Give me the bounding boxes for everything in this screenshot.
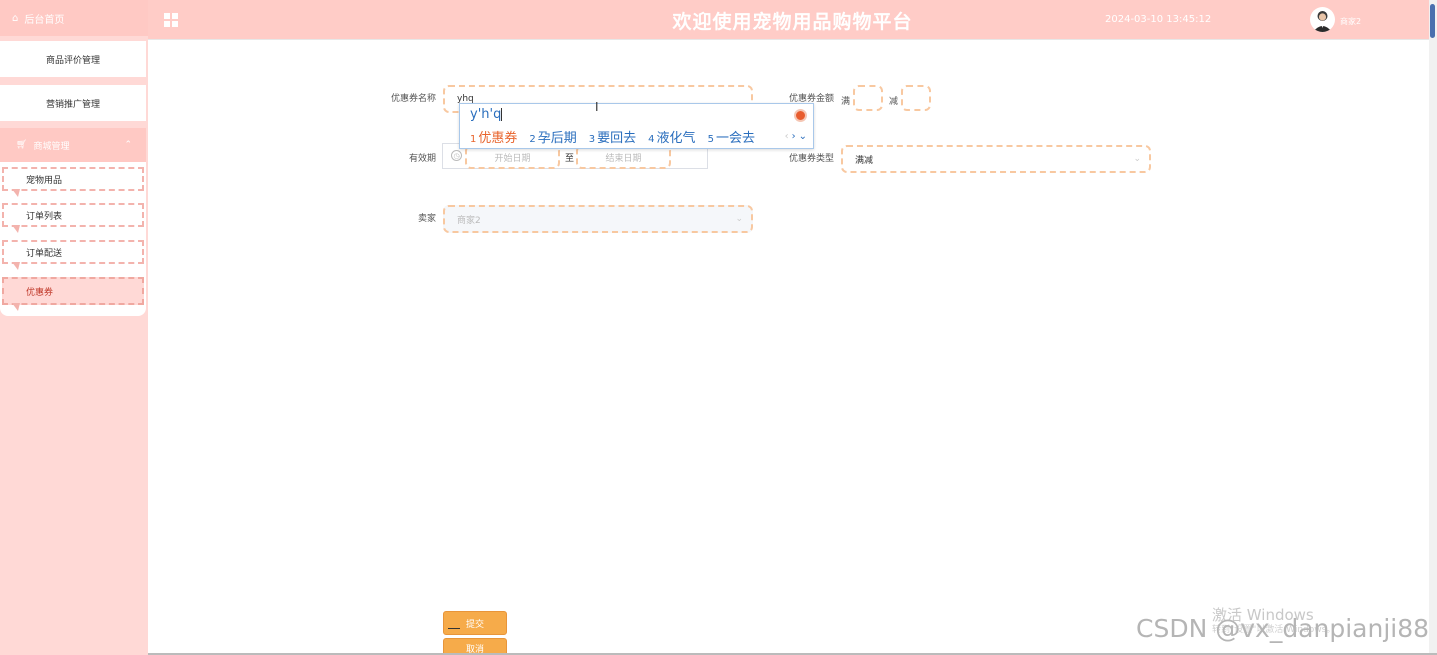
- sidebar-item-pet-supplies[interactable]: 宠物用品: [2, 167, 144, 197]
- page-title: 欢迎使用宠物用品购物平台: [672, 11, 913, 33]
- text-cursor-icon: Ⅰ: [595, 100, 599, 114]
- sidebar-item-label: 优惠券: [26, 287, 54, 298]
- ime-logo-icon[interactable]: [794, 109, 807, 122]
- amount-minus-input[interactable]: [901, 85, 931, 111]
- page-scrollbar[interactable]: [1429, 0, 1437, 655]
- sidebar: ⌂ 后台首页 商品评价管理 营销推广管理 🛒︎ 商城管理 ⌃ 宠物用品 订单列表…: [0, 0, 148, 655]
- sidebar-item-label: 商品评价管理: [45, 55, 100, 66]
- ime-candidate-4[interactable]: 4 液化气: [648, 127, 695, 146]
- avatar[interactable]: [1310, 7, 1335, 32]
- chevron-down-icon: ⌄: [1133, 154, 1141, 164]
- ime-candidate-5[interactable]: 5 一会去: [708, 127, 755, 146]
- submit-label: 提交: [465, 619, 484, 630]
- ime-next-icon[interactable]: ›: [792, 131, 796, 142]
- seller-label: 卖家: [417, 214, 436, 224]
- sidebar-item-coupon[interactable]: 优惠券: [2, 277, 144, 311]
- submit-button[interactable]: 提交: [443, 611, 507, 635]
- csdn-watermark: CSDN @vx_danpianji889: [1136, 614, 1437, 643]
- clock-icon: ◷: [451, 150, 462, 161]
- sidebar-home-label: 后台首页: [24, 14, 65, 26]
- seller-select[interactable]: 商家2 ⌄: [443, 205, 753, 233]
- seller-value: 商家2: [457, 215, 481, 226]
- end-date-placeholder: 结束日期: [605, 153, 642, 164]
- sidebar-item-promotion[interactable]: 营销推广管理: [0, 85, 146, 121]
- sidebar-item-order-list[interactable]: 订单列表: [2, 203, 144, 233]
- cart-icon: 🛒︎: [16, 140, 28, 150]
- sidebar-item-label: 营销推广管理: [45, 99, 100, 110]
- sidebar-item-order-delivery[interactable]: 订单配送: [2, 240, 144, 270]
- ime-candidate-3[interactable]: 3 要回去: [589, 127, 636, 146]
- sidebar-group-header[interactable]: 🛒︎ 商城管理 ⌃: [0, 128, 146, 162]
- ime-candidate-2[interactable]: 2 孕后期: [529, 127, 576, 146]
- ime-candidates: 1 优惠券 2 孕后期 3 要回去 4 液化气 5 一会去: [470, 127, 755, 146]
- home-icon: ⌂: [12, 12, 19, 24]
- top-header: 欢迎使用宠物用品购物平台 2024-03-10 13:45:12 商家2: [148, 0, 1437, 40]
- coupon-name-label: 优惠券名称: [390, 94, 436, 104]
- sidebar-item-review[interactable]: 商品评价管理: [0, 41, 146, 77]
- sidebar-item-label: 订单列表: [26, 211, 63, 222]
- sidebar-home[interactable]: ⌂ 后台首页: [0, 0, 148, 36]
- ime-composition-text: y'h'q: [470, 107, 502, 122]
- date-separator: 至: [565, 154, 575, 164]
- coupon-type-label: 优惠券类型: [788, 154, 834, 164]
- ime-nav: ‹ › ⌄: [785, 131, 807, 142]
- amount-full-label: 满: [841, 97, 851, 107]
- ime-composition: y'h'q: [470, 107, 503, 122]
- amount-full-input[interactable]: [853, 85, 883, 111]
- validity-label: 有效期: [408, 154, 436, 164]
- header-datetime: 2024-03-10 13:45:12: [1105, 14, 1212, 25]
- sidebar-item-label: 宠物用品: [26, 175, 63, 186]
- ime-candidate-1[interactable]: 1 优惠券: [470, 127, 517, 146]
- sidebar-item-label: 订单配送: [26, 248, 63, 259]
- chevron-down-icon: ⌄: [735, 214, 743, 224]
- ime-expand-icon[interactable]: ⌄: [799, 131, 807, 142]
- coupon-type-value: 满减: [855, 155, 874, 166]
- scrollbar-thumb[interactable]: [1430, 4, 1435, 38]
- ime-prev-icon[interactable]: ‹: [785, 131, 789, 142]
- sidebar-group-label: 商城管理: [33, 141, 70, 152]
- coupon-type-select[interactable]: 满减 ⌄: [841, 145, 1151, 173]
- amount-minus-label: 减: [889, 97, 899, 107]
- ime-candidate-window: y'h'q 1 优惠券 2 孕后期 3 要回去 4 液化气 5 一会去 ‹ › ⌄: [459, 103, 814, 149]
- header-username[interactable]: 商家2: [1340, 16, 1361, 27]
- start-date-placeholder: 开始日期: [494, 153, 531, 164]
- chevron-up-icon: ⌃: [124, 140, 132, 150]
